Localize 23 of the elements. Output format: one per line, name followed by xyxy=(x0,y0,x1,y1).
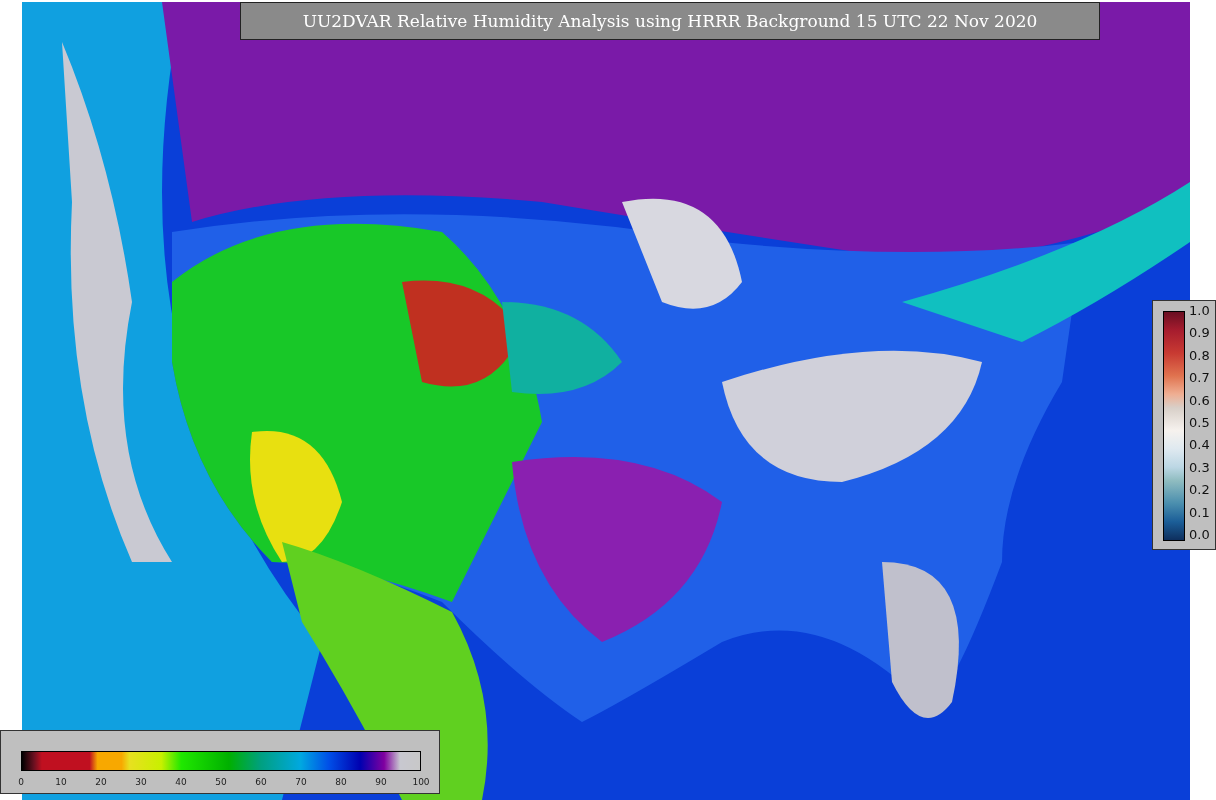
colorbar-label: 1.0 xyxy=(1189,303,1210,319)
colorbar-label: 30 xyxy=(134,777,148,787)
colorbar-label: 80 xyxy=(334,777,348,787)
colorbar-label: 0 xyxy=(17,777,25,787)
colorbar-label: 0.2 xyxy=(1189,482,1210,499)
colorbar-label: 0.0 xyxy=(1189,526,1210,543)
colorbar-label: 0.8 xyxy=(1189,347,1210,364)
colorbar-label: 60 xyxy=(254,777,268,787)
colorbar-label: 50 xyxy=(214,777,228,787)
colorbar-label: 90 xyxy=(374,777,388,787)
colorbar-label: 40 xyxy=(174,777,188,787)
colorbar-label: 0.5 xyxy=(1189,414,1210,431)
colorbar-label: 70 xyxy=(294,777,308,787)
colorbar-label: 20 xyxy=(94,777,108,787)
map-title: UU2DVAR Relative Humidity Analysis using HRRR Background 15 UTC 22 Nov 2020 xyxy=(240,2,1100,40)
colorbar-label: 10 xyxy=(54,777,68,787)
colorbar-label: 0.1 xyxy=(1189,504,1210,521)
colorbar-label: 0.4 xyxy=(1189,437,1210,454)
colorbar-label: 0.6 xyxy=(1189,392,1210,409)
colorbar-label: 100 xyxy=(411,777,431,787)
colorbar-label: 0.9 xyxy=(1189,325,1210,342)
colorbar-label: 0.3 xyxy=(1189,459,1210,476)
colorbar-label: 0.7 xyxy=(1189,370,1210,387)
